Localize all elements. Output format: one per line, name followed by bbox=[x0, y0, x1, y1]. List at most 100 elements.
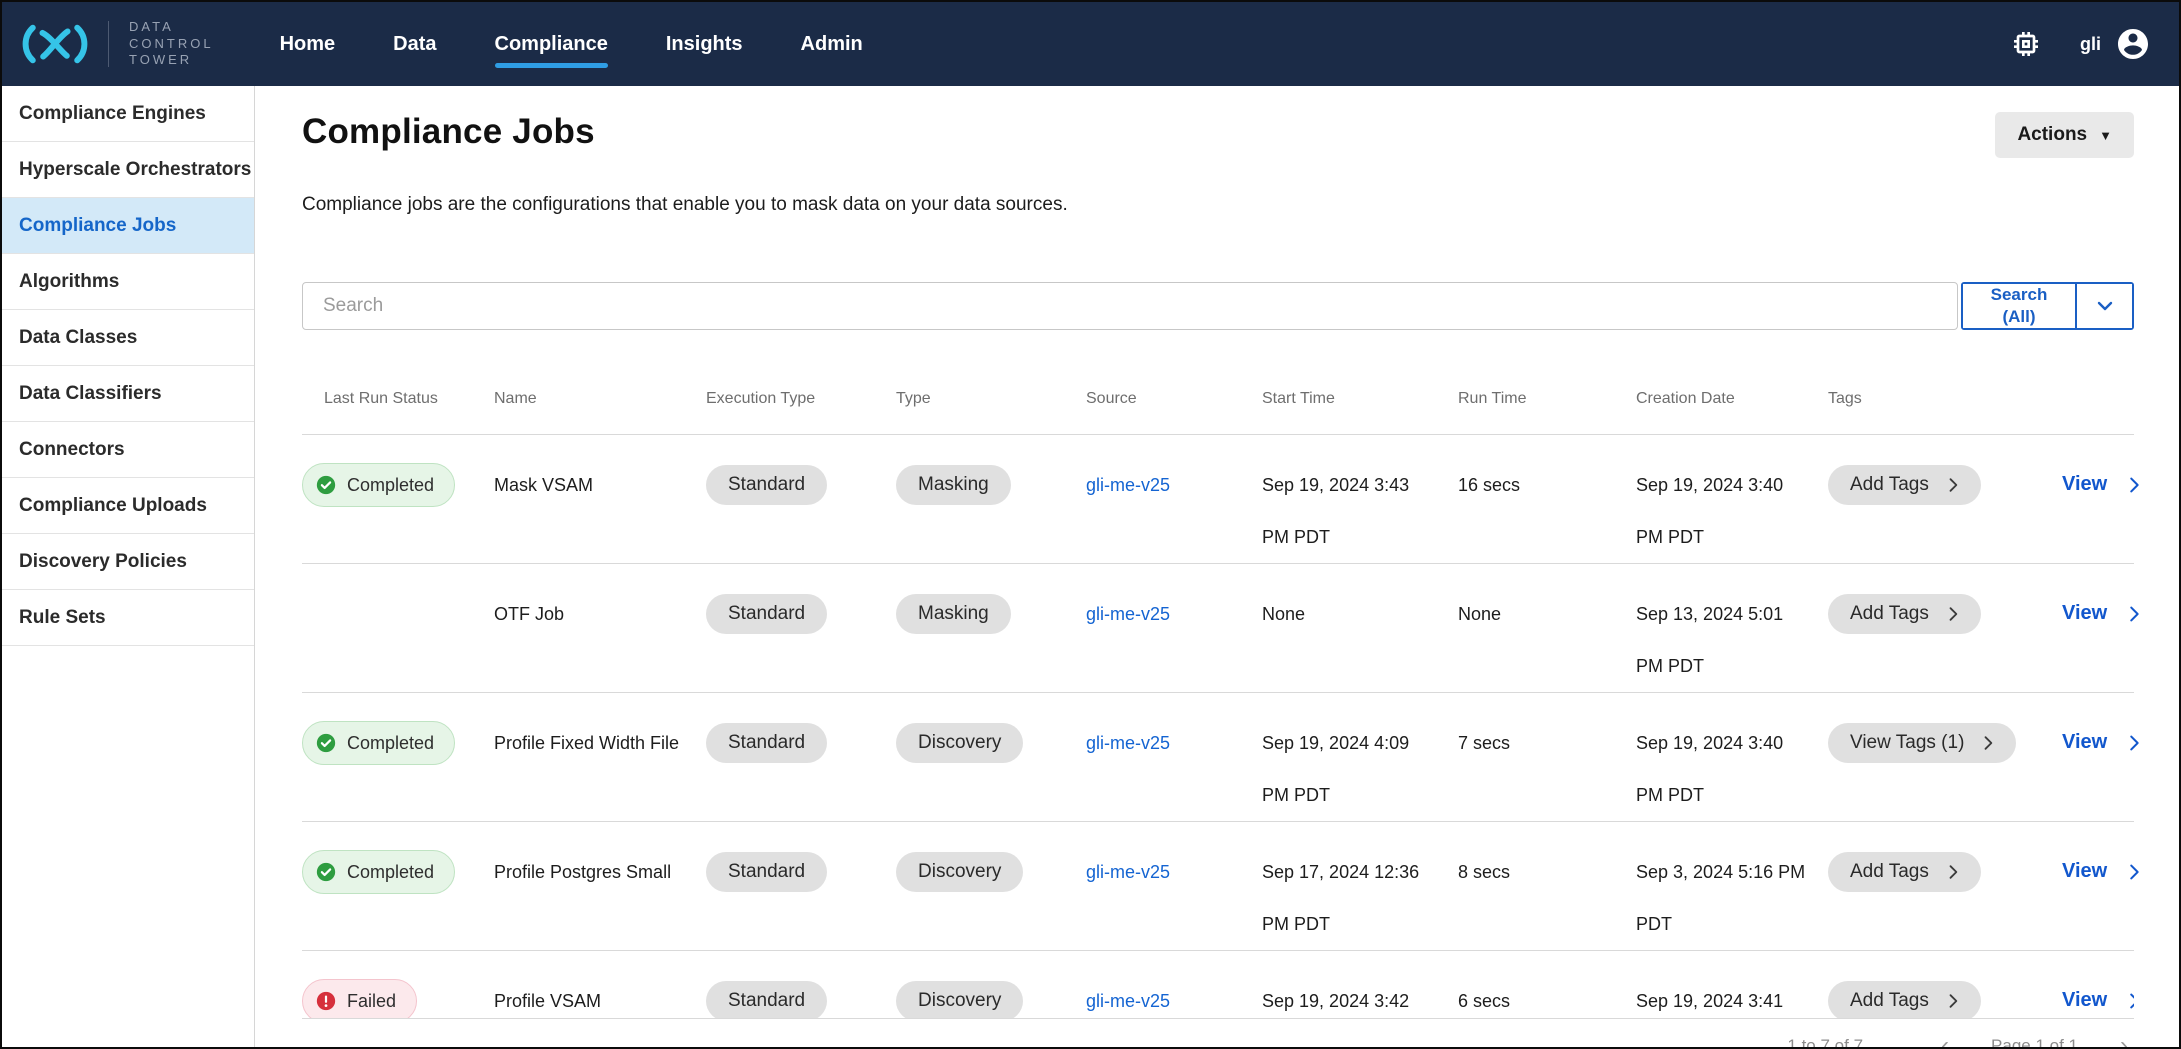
search-all-button[interactable]: Search (All) bbox=[1963, 284, 2077, 328]
column-header-source: Source bbox=[1086, 390, 1262, 408]
user-avatar-icon[interactable] bbox=[2115, 26, 2151, 62]
status-label: Completed bbox=[347, 862, 434, 883]
view-button[interactable]: View bbox=[2062, 731, 2145, 754]
status-badge: Completed bbox=[302, 721, 455, 765]
source-link[interactable]: gli-me-v25 bbox=[1086, 588, 1262, 640]
source-link[interactable]: gli-me-v25 bbox=[1086, 459, 1262, 511]
page-indicator: Page 1 of 1 bbox=[1991, 1036, 2078, 1049]
sidebar-item-compliance-engines[interactable]: Compliance Engines bbox=[2, 86, 254, 142]
check-circle-icon bbox=[315, 732, 337, 754]
type-pill: Masking bbox=[896, 594, 1011, 634]
sidebar-item-discovery-policies[interactable]: Discovery Policies bbox=[2, 534, 254, 590]
chevron-right-icon bbox=[2123, 861, 2145, 883]
chevron-right-icon bbox=[2123, 990, 2134, 1012]
job-name: OTF Job bbox=[494, 588, 706, 640]
type-label: Masking bbox=[918, 603, 989, 625]
logo-divider bbox=[108, 21, 109, 67]
execution-type-label: Standard bbox=[728, 990, 805, 1012]
view-button[interactable]: View bbox=[2062, 989, 2134, 1012]
start-time: Sep 19, 2024 3:42 bbox=[1262, 975, 1434, 1019]
view-button[interactable]: View bbox=[2062, 860, 2145, 883]
creation-date: Sep 19, 2024 3:41 bbox=[1636, 975, 1808, 1019]
tags-button[interactable]: Add Tags bbox=[1828, 465, 1981, 505]
creation-date: Sep 3, 2024 5:16 PM PDT bbox=[1636, 846, 1808, 950]
source-link[interactable]: gli-me-v25 bbox=[1086, 717, 1262, 769]
table-row: Failed Profile VSAM Standard Discovery g… bbox=[302, 951, 2134, 1019]
nav-item-compliance[interactable]: Compliance bbox=[495, 2, 608, 86]
column-header-type: Type bbox=[896, 390, 1086, 408]
status-cell: Failed bbox=[302, 951, 494, 1019]
error-circle-icon bbox=[315, 990, 337, 1012]
sidebar-item-algorithms[interactable]: Algorithms bbox=[2, 254, 254, 310]
sidebar-item-data-classes[interactable]: Data Classes bbox=[2, 310, 254, 366]
nav-item-data[interactable]: Data bbox=[393, 2, 436, 86]
search-input[interactable] bbox=[302, 282, 1958, 330]
sidebar-item-compliance-jobs[interactable]: Compliance Jobs bbox=[2, 198, 254, 254]
chevron-right-icon bbox=[1943, 862, 1963, 882]
table-row: Completed Profile Fixed Width File Stand… bbox=[302, 693, 2134, 822]
view-button[interactable]: View bbox=[2062, 602, 2145, 625]
execution-type-pill: Standard bbox=[706, 852, 827, 892]
status-label: Failed bbox=[347, 991, 396, 1012]
delphix-logo-icon bbox=[18, 19, 92, 69]
actions-button-label: Actions bbox=[2017, 124, 2087, 146]
sidebar-item-hyperscale-orchestrators[interactable]: Hyperscale Orchestrators bbox=[2, 142, 254, 198]
table-header-row: Last Run StatusNameExecution TypeTypeSou… bbox=[302, 390, 2134, 435]
column-header-name: Name bbox=[494, 390, 706, 408]
logo-wordmark: DATA CONTROL TOWER bbox=[129, 19, 214, 70]
start-time: Sep 17, 2024 12:36 PM PDT bbox=[1262, 846, 1434, 950]
execution-type-label: Standard bbox=[728, 603, 805, 625]
nav-item-insights[interactable]: Insights bbox=[666, 2, 743, 86]
creation-date: Sep 13, 2024 5:01 PM PDT bbox=[1636, 588, 1808, 692]
tags-button-label: Add Tags bbox=[1850, 861, 1929, 883]
api-chip-icon[interactable] bbox=[2010, 28, 2042, 60]
username-label: gli bbox=[2080, 34, 2101, 55]
page-description: Compliance jobs are the configurations t… bbox=[302, 194, 2134, 216]
table-footer: 1 to 7 of 7 ‹ Page 1 of 1 › bbox=[302, 1019, 2134, 1049]
column-header-creation-date: Creation Date bbox=[1636, 390, 1828, 408]
type-pill: Discovery bbox=[896, 852, 1023, 892]
brand-logo: DATA CONTROL TOWER bbox=[18, 19, 214, 70]
caret-down-icon: ▼ bbox=[2099, 129, 2112, 142]
column-header-tags: Tags bbox=[1828, 390, 2062, 408]
main-content: Compliance Jobs Actions ▼ Compliance job… bbox=[255, 86, 2179, 1047]
execution-type-label: Standard bbox=[728, 474, 805, 496]
nav-item-admin[interactable]: Admin bbox=[801, 2, 863, 86]
sidebar-item-compliance-uploads[interactable]: Compliance Uploads bbox=[2, 478, 254, 534]
search-scope-dropdown[interactable] bbox=[2077, 284, 2132, 328]
check-circle-icon bbox=[315, 474, 337, 496]
chevron-right-icon bbox=[2123, 603, 2145, 625]
chevron-right-icon bbox=[2123, 474, 2145, 496]
next-page-icon[interactable]: › bbox=[2120, 1034, 2128, 1049]
execution-type-pill: Standard bbox=[706, 723, 827, 763]
sidebar-item-data-classifiers[interactable]: Data Classifiers bbox=[2, 366, 254, 422]
compliance-jobs-table: Last Run StatusNameExecution TypeTypeSou… bbox=[302, 390, 2134, 1049]
source-link[interactable]: gli-me-v25 bbox=[1086, 975, 1262, 1019]
type-label: Discovery bbox=[918, 861, 1001, 883]
run-time: 6 secs bbox=[1458, 975, 1636, 1019]
job-name: Profile Fixed Width File bbox=[494, 717, 706, 769]
sidebar-item-connectors[interactable]: Connectors bbox=[2, 422, 254, 478]
tags-button[interactable]: Add Tags bbox=[1828, 852, 1981, 892]
app-window: DATA CONTROL TOWER Home Data Compliance Ins… bbox=[0, 0, 2181, 1049]
source-link[interactable]: gli-me-v25 bbox=[1086, 846, 1262, 898]
actions-button[interactable]: Actions ▼ bbox=[1995, 112, 2134, 158]
type-label: Discovery bbox=[918, 990, 1001, 1012]
tags-button[interactable]: Add Tags bbox=[1828, 981, 1981, 1019]
nav-item-home[interactable]: Home bbox=[280, 2, 336, 86]
tags-button[interactable]: Add Tags bbox=[1828, 594, 1981, 634]
table-row: Completed Profile Postgres Small Standar… bbox=[302, 822, 2134, 951]
top-bar-right: gli bbox=[2010, 26, 2151, 62]
sidebar-item-rule-sets[interactable]: Rule Sets bbox=[2, 590, 254, 646]
view-button-label: View bbox=[2062, 989, 2107, 1012]
status-badge: Completed bbox=[302, 850, 455, 894]
view-button[interactable]: View bbox=[2062, 473, 2145, 496]
status-label: Completed bbox=[347, 475, 434, 496]
chevron-right-icon bbox=[1943, 991, 1963, 1011]
top-navigation: Home Data Compliance Insights Admin bbox=[280, 2, 863, 86]
view-button-label: View bbox=[2062, 602, 2107, 625]
page-title: Compliance Jobs bbox=[302, 112, 595, 152]
previous-page-icon[interactable]: ‹ bbox=[1941, 1034, 1949, 1049]
sidebar: Compliance EnginesHyperscale Orchestrato… bbox=[2, 86, 255, 1047]
tags-button[interactable]: View Tags (1) bbox=[1828, 723, 2016, 763]
